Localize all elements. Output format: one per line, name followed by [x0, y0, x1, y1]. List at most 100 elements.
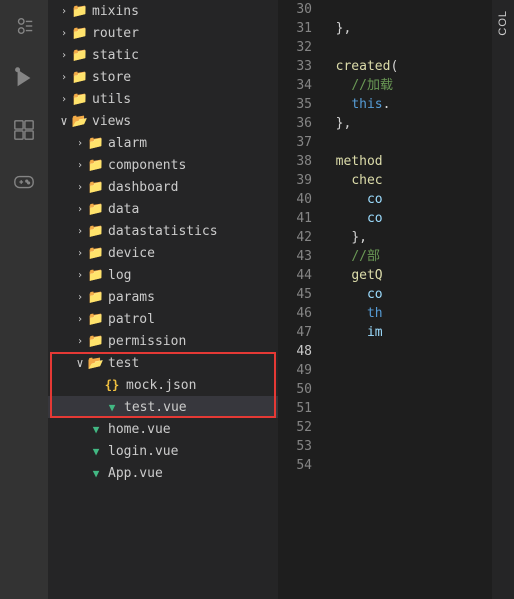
- list-item[interactable]: › 📁 device: [48, 242, 278, 264]
- list-item[interactable]: › ▼ App.vue: [48, 462, 278, 484]
- line-number: 44: [278, 266, 312, 285]
- folder-icon: 📁: [72, 25, 88, 41]
- line-number: 47: [278, 323, 312, 342]
- folder-icon: 📁: [88, 135, 104, 151]
- chevron-right-icon: ›: [72, 201, 88, 217]
- list-item[interactable]: ∨ 📂 test: [48, 352, 278, 374]
- list-item[interactable]: › 📁 static: [48, 44, 278, 66]
- vue-file-icon: ▼: [88, 443, 104, 459]
- chevron-right-icon: ›: [56, 91, 72, 107]
- code-line: //部: [320, 247, 514, 266]
- list-item[interactable]: › 📁 patrol: [48, 308, 278, 330]
- list-item[interactable]: ∨ 📂 views: [48, 110, 278, 132]
- vue-file-icon: ▼: [88, 421, 104, 437]
- code-line: [320, 437, 514, 456]
- chevron-right-icon: ›: [72, 311, 88, 327]
- line-number: 36: [278, 114, 312, 133]
- code-line: [320, 399, 514, 418]
- list-item[interactable]: › 📁 store: [48, 66, 278, 88]
- folder-icon: 📁: [88, 289, 104, 305]
- folder-icon: 📁: [72, 69, 88, 85]
- code-lines[interactable]: }, created( //加载 this. }, method chec co…: [320, 0, 514, 599]
- chevron-right-icon: ›: [72, 245, 88, 261]
- chevron-right-icon: ›: [56, 3, 72, 19]
- code-line: //加载: [320, 76, 514, 95]
- chevron-right-icon: ›: [72, 267, 88, 283]
- list-item[interactable]: › 📁 dashboard: [48, 176, 278, 198]
- line-number: 42: [278, 228, 312, 247]
- run-icon[interactable]: [6, 60, 42, 96]
- item-label: views: [92, 114, 131, 129]
- chevron-right-icon: ›: [56, 69, 72, 85]
- line-number: 39: [278, 171, 312, 190]
- list-item[interactable]: › 📁 utils: [48, 88, 278, 110]
- activity-bar: [0, 0, 48, 599]
- list-item[interactable]: › 📁 params: [48, 286, 278, 308]
- line-number: 54: [278, 456, 312, 475]
- list-item[interactable]: › 📁 router: [48, 22, 278, 44]
- folder-icon: 📁: [88, 267, 104, 283]
- code-line: },: [320, 19, 514, 38]
- folder-icon: 📁: [72, 47, 88, 63]
- folder-icon: 📁: [72, 3, 88, 19]
- code-line: [320, 38, 514, 57]
- code-line: [320, 456, 514, 475]
- chevron-right-icon: ›: [72, 179, 88, 195]
- code-line: getQ: [320, 266, 514, 285]
- chevron-right-icon: ›: [56, 25, 72, 41]
- extensions-icon[interactable]: [6, 112, 42, 148]
- item-label: store: [92, 70, 131, 85]
- code-line: th: [320, 304, 514, 323]
- item-label: permission: [108, 334, 186, 349]
- gamepad-icon[interactable]: [6, 164, 42, 200]
- line-number: 32: [278, 38, 312, 57]
- list-item[interactable]: › 📁 log: [48, 264, 278, 286]
- list-item[interactable]: › 📁 mixins: [48, 0, 278, 22]
- list-item[interactable]: › ▼ test.vue: [48, 396, 278, 418]
- list-item[interactable]: › 📁 components: [48, 154, 278, 176]
- folder-icon: 📁: [72, 91, 88, 107]
- line-number: 52: [278, 418, 312, 437]
- item-label: mock.json: [126, 378, 196, 393]
- list-item[interactable]: › 📁 datastatistics: [48, 220, 278, 242]
- line-numbers: 30 31 32 33 34 35 36 37 38 39 40 41 42 4…: [278, 0, 320, 599]
- item-label: mixins: [92, 4, 139, 19]
- list-item[interactable]: › ▼ login.vue: [48, 440, 278, 462]
- line-number: 50: [278, 380, 312, 399]
- line-number: 53: [278, 437, 312, 456]
- code-line: [320, 133, 514, 152]
- chevron-right-icon: ›: [72, 223, 88, 239]
- list-item[interactable]: › 📁 alarm: [48, 132, 278, 154]
- col-label: COL: [497, 10, 509, 36]
- item-label: home.vue: [108, 422, 171, 437]
- code-line: created(: [320, 57, 514, 76]
- item-label: router: [92, 26, 139, 41]
- list-item[interactable]: › 📁 data: [48, 198, 278, 220]
- chevron-right-icon: ›: [72, 289, 88, 305]
- code-line: },: [320, 228, 514, 247]
- line-number: 37: [278, 133, 312, 152]
- line-number: 33: [278, 57, 312, 76]
- folder-icon: 📁: [88, 245, 104, 261]
- list-item[interactable]: › 📁 permission: [48, 330, 278, 352]
- chevron-right-icon: ›: [72, 157, 88, 173]
- code-line: },: [320, 114, 514, 133]
- list-item[interactable]: › ▼ home.vue: [48, 418, 278, 440]
- chevron-down-icon: ∨: [72, 355, 88, 371]
- code-line: method: [320, 152, 514, 171]
- line-number: 38: [278, 152, 312, 171]
- line-number: 40: [278, 190, 312, 209]
- item-label: log: [108, 268, 131, 283]
- chevron-down-icon: ∨: [56, 113, 72, 129]
- code-line: co: [320, 190, 514, 209]
- explorer-icon[interactable]: [6, 8, 42, 44]
- file-explorer-sidebar: › 📁 mixins › 📁 router › 📁 static › 📁 sto…: [48, 0, 278, 599]
- line-number: 34: [278, 76, 312, 95]
- item-label: test: [108, 356, 139, 371]
- code-line: this.: [320, 95, 514, 114]
- line-number: 51: [278, 399, 312, 418]
- list-item[interactable]: › {} mock.json: [48, 374, 278, 396]
- chevron-right-icon: ›: [56, 47, 72, 63]
- folder-icon: 📁: [88, 201, 104, 217]
- folder-icon: 📁: [88, 311, 104, 327]
